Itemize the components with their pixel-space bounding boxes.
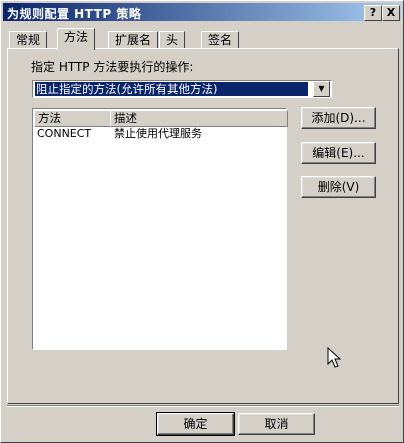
tab-headers[interactable]: 头 bbox=[159, 31, 186, 49]
footer-divider bbox=[7, 405, 399, 407]
title-bar[interactable]: 为规则配置 HTTP 策略 ? X bbox=[3, 3, 401, 21]
add-button[interactable]: 添加(D)... bbox=[301, 107, 376, 129]
method-cell: CONNECT bbox=[37, 127, 92, 140]
help-button[interactable]: ? bbox=[364, 5, 382, 21]
action-instruction: 指定 HTTP 方法要执行的操作: bbox=[31, 60, 194, 74]
window-title: 为规则配置 HTTP 策略 bbox=[7, 7, 142, 21]
cancel-button[interactable]: 取消 bbox=[238, 413, 315, 435]
methods-table[interactable]: 方法 描述 CONNECT 禁止使用代理服务 bbox=[32, 108, 288, 350]
table-row[interactable]: CONNECT 禁止使用代理服务 bbox=[34, 126, 284, 142]
delete-button[interactable]: 删除(V) bbox=[301, 176, 376, 198]
description-cell: 禁止使用代理服务 bbox=[114, 127, 202, 140]
edit-button[interactable]: 编辑(E)... bbox=[301, 142, 376, 164]
tab-signatures[interactable]: 签名 bbox=[201, 31, 240, 49]
column-header-method[interactable]: 方法 bbox=[34, 110, 112, 127]
action-select[interactable]: 阻止指定的方法(允许所有其他方法) ▼ bbox=[32, 80, 332, 98]
tab-methods[interactable]: 方法 bbox=[57, 28, 96, 50]
tab-general[interactable]: 常规 bbox=[9, 31, 48, 49]
tab-extensions[interactable]: 扩展名 bbox=[108, 31, 159, 49]
close-button[interactable]: X bbox=[382, 5, 400, 21]
ok-button[interactable]: 确定 bbox=[156, 412, 235, 436]
mouse-pointer-icon bbox=[327, 347, 341, 368]
column-header-description[interactable]: 描述 bbox=[110, 110, 288, 127]
chevron-down-icon[interactable]: ▼ bbox=[313, 81, 330, 97]
action-select-value: 阻止指定的方法(允许所有其他方法) bbox=[35, 82, 308, 96]
dialog-window: 为规则配置 HTTP 策略 ? X 常规 方法 扩展名 头 签名 指定 HTTP… bbox=[0, 0, 404, 443]
